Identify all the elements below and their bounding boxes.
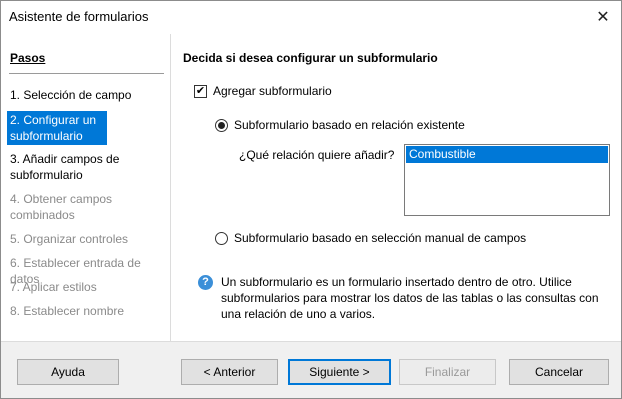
relation-option-selected[interactable]: Combustible — [406, 146, 608, 163]
relation-label: ¿Qué relación quiere añadir? — [239, 148, 395, 162]
button-bar: Ayuda < Anterior Siguiente > Finalizar C… — [1, 341, 621, 398]
radio-manual-selection[interactable] — [215, 231, 228, 245]
steps-title: Pasos — [10, 51, 46, 65]
radio-existing-relation-label: Subformulario basado en relación existen… — [234, 118, 465, 132]
step-item-field-selection[interactable]: 1. Selección de campo — [7, 86, 167, 104]
main-panel: Decida si desea configurar un subformula… — [172, 34, 621, 341]
radio-selected-dot — [218, 121, 225, 129]
step-item-add-subform-fields[interactable]: 3. Añadir campos de subformulario — [7, 150, 167, 184]
back-button[interactable]: < Anterior — [181, 359, 278, 385]
add-subform-checkbox[interactable]: ✔ — [194, 84, 207, 98]
info-block: ? Un subformulario es un formulario inse… — [198, 274, 601, 322]
title-bar: Asistente de formularios ✕ — [1, 1, 621, 34]
step-item-apply-styles: 7. Aplicar estilos — [10, 280, 97, 294]
steps-panel: Pasos 1. Selección de campo 2. Configura… — [1, 34, 171, 341]
add-subform-label: Agregar subformulario — [213, 84, 332, 98]
add-subform-checkbox-row[interactable]: ✔ Agregar subformulario — [194, 84, 332, 98]
step-item-configure-subform[interactable]: 2. Configurar un subformulario — [7, 111, 107, 145]
step-item-set-name: 8. Establecer nombre — [10, 304, 125, 318]
form-wizard-dialog: Asistente de formularios ✕ Pasos 1. Sele… — [0, 0, 622, 399]
radio-existing-relation[interactable] — [215, 118, 228, 132]
page-title: Decida si desea configurar un subformula… — [183, 51, 438, 65]
radio-existing-relation-row[interactable]: Subformulario basado en relación existen… — [215, 118, 465, 132]
info-text: Un subformulario es un formulario insert… — [221, 275, 599, 321]
close-icon[interactable]: ✕ — [593, 7, 613, 27]
cancel-button[interactable]: Cancelar — [509, 359, 609, 385]
finish-button: Finalizar — [399, 359, 496, 385]
step-item-arrange-controls: 5. Organizar controles — [10, 232, 129, 246]
help-button[interactable]: Ayuda — [17, 359, 119, 385]
radio-manual-selection-row[interactable]: Subformulario basado en selección manual… — [215, 231, 526, 245]
next-button[interactable]: Siguiente > — [288, 359, 391, 385]
radio-manual-selection-label: Subformulario basado en selección manual… — [234, 231, 527, 245]
window-title: Asistente de formularios — [9, 9, 149, 24]
steps-divider — [9, 73, 164, 74]
step-item-joined-fields: 4. Obtener campos combinados — [10, 192, 113, 222]
help-info-icon: ? — [198, 275, 213, 290]
relation-listbox[interactable]: Combustible — [404, 144, 610, 216]
